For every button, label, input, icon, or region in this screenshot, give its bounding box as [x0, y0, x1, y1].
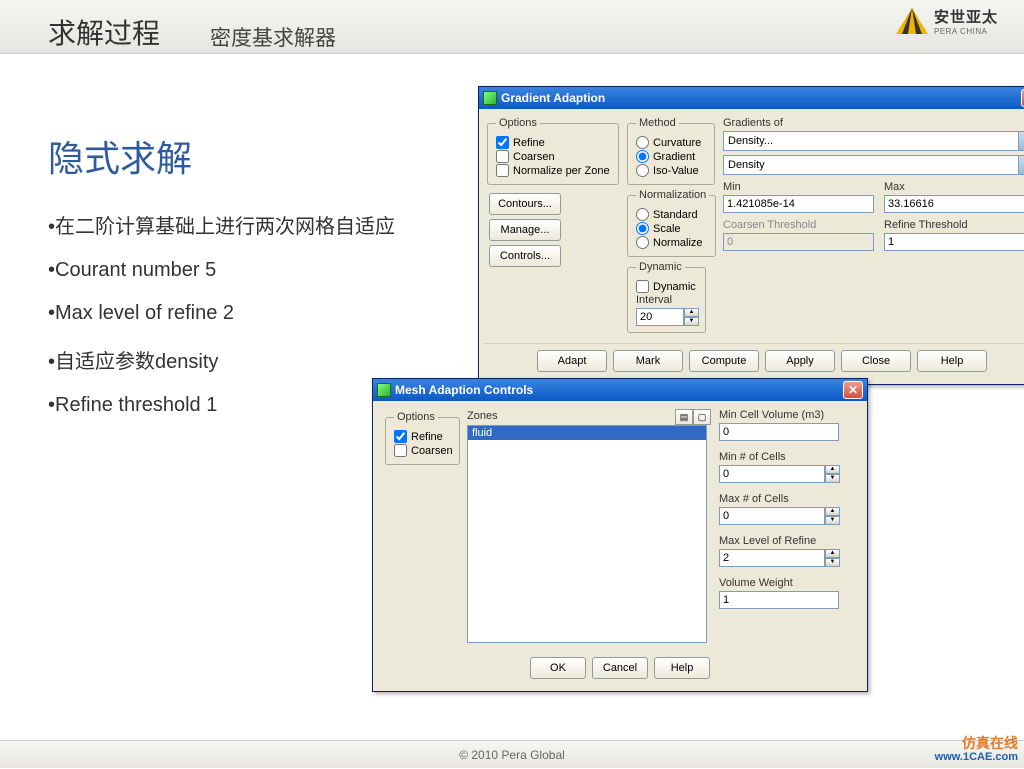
method-group: Method Curvature Gradient Iso-Value	[627, 117, 715, 185]
ok-button[interactable]: OK	[530, 657, 586, 679]
max-cells-input[interactable]: 0	[719, 507, 825, 525]
options-group: Options Refine Coarsen Normalize per Zon…	[487, 117, 619, 185]
zones-listbox[interactable]: fluid	[467, 425, 707, 643]
close-button[interactable]: Close	[841, 350, 911, 372]
bullet-4: •自适应参数density	[48, 345, 395, 374]
coarsen-checkbox[interactable]: Coarsen	[496, 150, 612, 163]
help-button[interactable]: Help	[917, 350, 987, 372]
min-cells-input[interactable]: 0	[719, 465, 825, 483]
max-refine-input[interactable]: 2	[719, 549, 825, 567]
select-all-icon[interactable]: ▤	[675, 409, 693, 425]
bullet-2: •Courant number 5	[48, 259, 395, 282]
slide-title-2: 密度基求解器	[210, 22, 336, 52]
zone-item-fluid[interactable]: fluid	[468, 426, 706, 440]
gradient-titlebar[interactable]: Gradient Adaption ✕	[479, 87, 1024, 109]
interval-input[interactable]: 20	[636, 308, 684, 326]
slide-title-1: 求解过程	[48, 12, 160, 52]
bullet-5: •Refine threshold 1	[48, 394, 395, 417]
mesh-refine-checkbox[interactable]: Refine	[394, 430, 453, 443]
contours-button[interactable]: Contours...	[489, 193, 561, 215]
footer-text: © 2010 Pera Global	[459, 748, 565, 762]
mesh-coarsen-checkbox[interactable]: Coarsen	[394, 444, 453, 457]
fluent-icon	[483, 91, 497, 105]
volume-weight-input[interactable]: 1	[719, 591, 839, 609]
min-input[interactable]: 1.421085e-14	[723, 195, 874, 213]
pera-logo: 安世亚太 PERA CHINA	[896, 6, 998, 36]
min-cell-volume-input[interactable]: 0	[719, 423, 839, 441]
mesh-titlebar[interactable]: Mesh Adaption Controls ✕	[373, 379, 867, 401]
adapt-button[interactable]: Adapt	[537, 350, 607, 372]
cancel-button[interactable]: Cancel	[592, 657, 648, 679]
slide-content: 隐式求解 •在二阶计算基础上进行两次网格自适应 •Courant number …	[48, 130, 395, 437]
dynamic-group: Dynamic Dynamic Interval 20 ▲ ▼	[627, 261, 706, 333]
gradients-of-combo-2[interactable]: Density▼	[723, 155, 1024, 175]
controls-button[interactable]: Controls...	[489, 245, 561, 267]
spin-down-icon[interactable]: ▼	[684, 317, 699, 326]
close-icon[interactable]: ✕	[843, 381, 863, 399]
fluent-icon	[377, 383, 391, 397]
isovalue-radio[interactable]: Iso-Value	[636, 164, 708, 177]
mesh-help-button[interactable]: Help	[654, 657, 710, 679]
mesh-options-group: Options Refine Coarsen	[385, 411, 460, 465]
gradient-adaption-dialog: Gradient Adaption ✕ Options Refine Coars…	[478, 86, 1024, 385]
watermark: 仿真在线 www.1CAE.com	[935, 736, 1018, 763]
deselect-all-icon[interactable]: ▢	[693, 409, 711, 425]
refine-checkbox[interactable]: Refine	[496, 136, 612, 149]
gradients-of-combo-1[interactable]: Density...▼	[723, 131, 1024, 151]
interval-spinner[interactable]: ▲ ▼	[684, 308, 699, 326]
bullet-3: •Max level of refine 2	[48, 302, 395, 325]
mesh-title: Mesh Adaption Controls	[395, 383, 843, 397]
normalize-radio[interactable]: Normalize	[636, 236, 709, 249]
curvature-radio[interactable]: Curvature	[636, 136, 708, 149]
gradients-of-label: Gradients of	[723, 117, 1024, 129]
mesh-adaption-dialog: Mesh Adaption Controls ✕ Options Refine …	[372, 378, 868, 692]
normalization-group: Normalization Standard Scale Normalize	[627, 189, 716, 257]
chevron-down-icon[interactable]: ▼	[1018, 156, 1024, 174]
manage-button[interactable]: Manage...	[489, 219, 561, 241]
max-input[interactable]: 33.16616	[884, 195, 1024, 213]
chevron-down-icon[interactable]: ▼	[1018, 132, 1024, 150]
slide-heading: 隐式求解	[48, 130, 395, 182]
compute-button[interactable]: Compute	[689, 350, 759, 372]
zones-label: Zones	[467, 410, 675, 422]
max-cells-spinner[interactable]: ▲▼	[825, 507, 840, 525]
gradient-title: Gradient Adaption	[501, 91, 1021, 105]
standard-radio[interactable]: Standard	[636, 208, 709, 221]
footer-bar: © 2010 Pera Global	[0, 740, 1024, 768]
min-cells-spinner[interactable]: ▲▼	[825, 465, 840, 483]
apply-button[interactable]: Apply	[765, 350, 835, 372]
gradient-radio[interactable]: Gradient	[636, 150, 708, 163]
scale-radio[interactable]: Scale	[636, 222, 709, 235]
slide-header: 求解过程 密度基求解器 安世亚太 PERA CHINA	[0, 0, 1024, 54]
max-refine-spinner[interactable]: ▲▼	[825, 549, 840, 567]
bullet-1: •在二阶计算基础上进行两次网格自适应	[48, 210, 395, 239]
spin-up-icon[interactable]: ▲	[684, 308, 699, 317]
normalize-per-zone-checkbox[interactable]: Normalize per Zone	[496, 164, 612, 177]
dynamic-checkbox[interactable]: Dynamic	[636, 280, 699, 293]
refine-threshold-input[interactable]: 1	[884, 233, 1024, 251]
coarsen-threshold-input: 0	[723, 233, 874, 251]
mark-button[interactable]: Mark	[613, 350, 683, 372]
